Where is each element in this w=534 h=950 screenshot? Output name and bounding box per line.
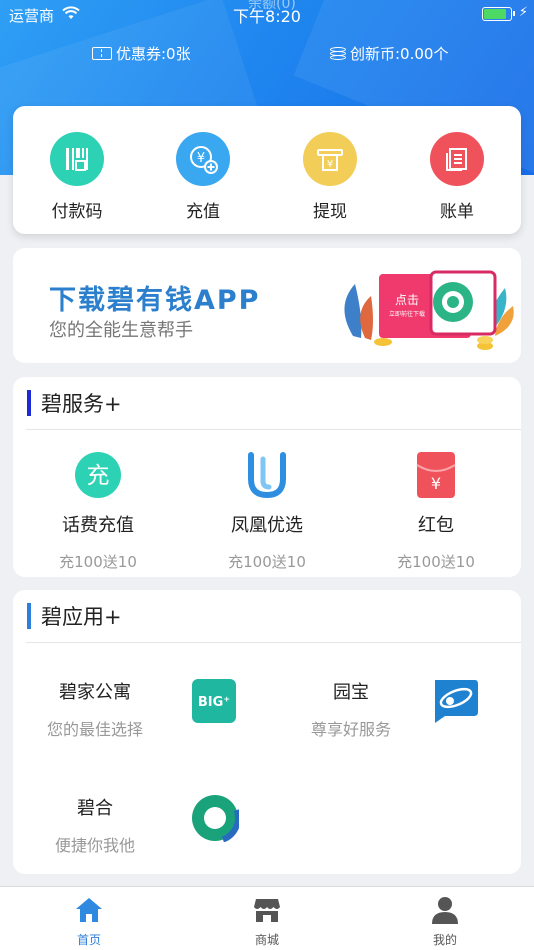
services-section: 碧服务+ 充 话费充值 充100送10 凤凰优选 充100送10 ¥ 红包 充1… — [13, 377, 521, 577]
banner-subtitle: 您的全能生意帮手 — [49, 320, 193, 341]
app-item-bihe[interactable]: 碧合 便捷你我他 — [25, 792, 265, 874]
withdraw-button[interactable]: ¥ 提现 — [285, 132, 375, 222]
banner-art-button-sub: 立即前往下载 — [389, 310, 425, 318]
app-desc: 您的最佳选择 — [46, 720, 143, 739]
coupon-link[interactable]: 优惠券:0张 — [92, 43, 191, 64]
red-packet-glyph: ¥ — [431, 474, 441, 493]
svg-text:¥: ¥ — [197, 151, 205, 166]
big-plus-logo-text: BIG⁺ — [198, 695, 230, 710]
user-icon — [430, 895, 460, 925]
service-desc: 充100送10 — [59, 553, 137, 571]
app-desc: 便捷你我他 — [54, 836, 135, 855]
apps-title: 碧应用+ — [41, 605, 122, 629]
banner-title: 下载碧有钱APP — [49, 285, 261, 316]
big-plus-logo-icon: BIG⁺ — [191, 678, 237, 724]
tab-home[interactable]: 首页 — [49, 895, 129, 948]
phone-recharge-service[interactable]: 充 话费充值 充100送10 — [18, 451, 178, 572]
account-summary: 优惠券:0张 创新币:0.00个 — [0, 40, 534, 66]
pay-code-button[interactable]: 付款码 — [32, 132, 122, 222]
coupon-count: 优惠券:0张 — [116, 45, 191, 63]
tab-profile[interactable]: 我的 — [405, 895, 485, 948]
download-app-banner[interactable]: 下载碧有钱APP 您的全能生意帮手 点击 立即前往下载 — [13, 248, 521, 363]
phoenix-u-icon — [243, 451, 291, 499]
tab-label: 我的 — [432, 933, 457, 947]
service-name: 红包 — [418, 515, 454, 536]
red-packet-service[interactable]: ¥ 红包 充100送10 — [356, 451, 516, 572]
app-name: 碧家公寓 — [59, 682, 131, 703]
yuanbao-logo-icon — [431, 678, 478, 724]
banner-illustration: 点击 立即前往下载 — [335, 266, 515, 356]
divider — [26, 642, 521, 643]
svg-text:¥: ¥ — [327, 159, 333, 170]
app-name: 碧合 — [77, 798, 113, 819]
app-desc: 尊享好服务 — [310, 720, 391, 739]
pay-code-label: 付款码 — [51, 202, 103, 222]
service-desc: 充100送10 — [397, 553, 475, 571]
quick-actions-card: 付款码 ¥ 充值 ¥ 提现 账单 — [13, 106, 521, 234]
section-header: 碧应用+ — [27, 602, 122, 630]
red-packet-icon: ¥ — [412, 451, 460, 499]
home-icon — [74, 895, 104, 925]
bill-label: 账单 — [440, 202, 474, 222]
tab-label: 首页 — [76, 933, 101, 947]
charging-icon: ⚡ — [518, 5, 528, 20]
coin-link[interactable]: 创新币:0.00个 — [330, 43, 448, 64]
app-item-yuanbao[interactable]: 园宝 尊享好服务 — [281, 678, 521, 758]
withdraw-label: 提现 — [313, 202, 347, 222]
tab-label: 商城 — [254, 933, 279, 947]
app-name: 园宝 — [333, 682, 369, 703]
phone-recharge-icon: 充 — [74, 451, 122, 499]
service-name: 话费充值 — [62, 515, 134, 536]
clock: 下午8:20 — [233, 7, 301, 26]
apps-section: 碧应用+ 碧家公寓 您的最佳选择 BIG⁺ 园宝 尊享好服务 碧合 便捷你我他 — [13, 590, 521, 874]
section-accent-bar — [27, 603, 31, 629]
ticket-icon — [92, 47, 112, 60]
recharge-button[interactable]: ¥ 充值 — [158, 132, 248, 222]
service-desc: 充100送10 — [228, 553, 306, 571]
status-bar: 运营商 余额(0) 下午8:20 ⚡ — [0, 0, 534, 28]
bihe-ring-logo-icon — [189, 792, 241, 844]
coin-balance: 创新币:0.00个 — [350, 45, 449, 63]
tab-store[interactable]: 商城 — [227, 895, 307, 948]
recharge-label: 充值 — [186, 202, 220, 222]
section-accent-bar — [27, 390, 31, 416]
store-icon — [252, 895, 282, 925]
banner-art-button: 点击 — [395, 293, 419, 307]
service-name: 凤凰优选 — [231, 515, 303, 536]
divider — [26, 429, 521, 430]
phoenix-select-service[interactable]: 凤凰优选 充100送10 — [187, 451, 347, 572]
bottom-tab-bar: 首页 商城 我的 — [0, 886, 534, 950]
bill-button[interactable]: 账单 — [412, 132, 502, 222]
coins-icon — [330, 46, 346, 61]
services-title: 碧服务+ — [41, 392, 122, 416]
withdraw-icon: ¥ — [303, 132, 357, 186]
bill-icon — [430, 132, 484, 186]
app-item-bijia-apartment[interactable]: 碧家公寓 您的最佳选择 BIG⁺ — [25, 678, 265, 758]
phone-recharge-glyph: 充 — [87, 463, 110, 489]
battery-icon — [482, 7, 515, 21]
recharge-icon: ¥ — [176, 132, 230, 186]
barcode-icon — [50, 132, 104, 186]
section-header: 碧服务+ — [27, 389, 122, 417]
